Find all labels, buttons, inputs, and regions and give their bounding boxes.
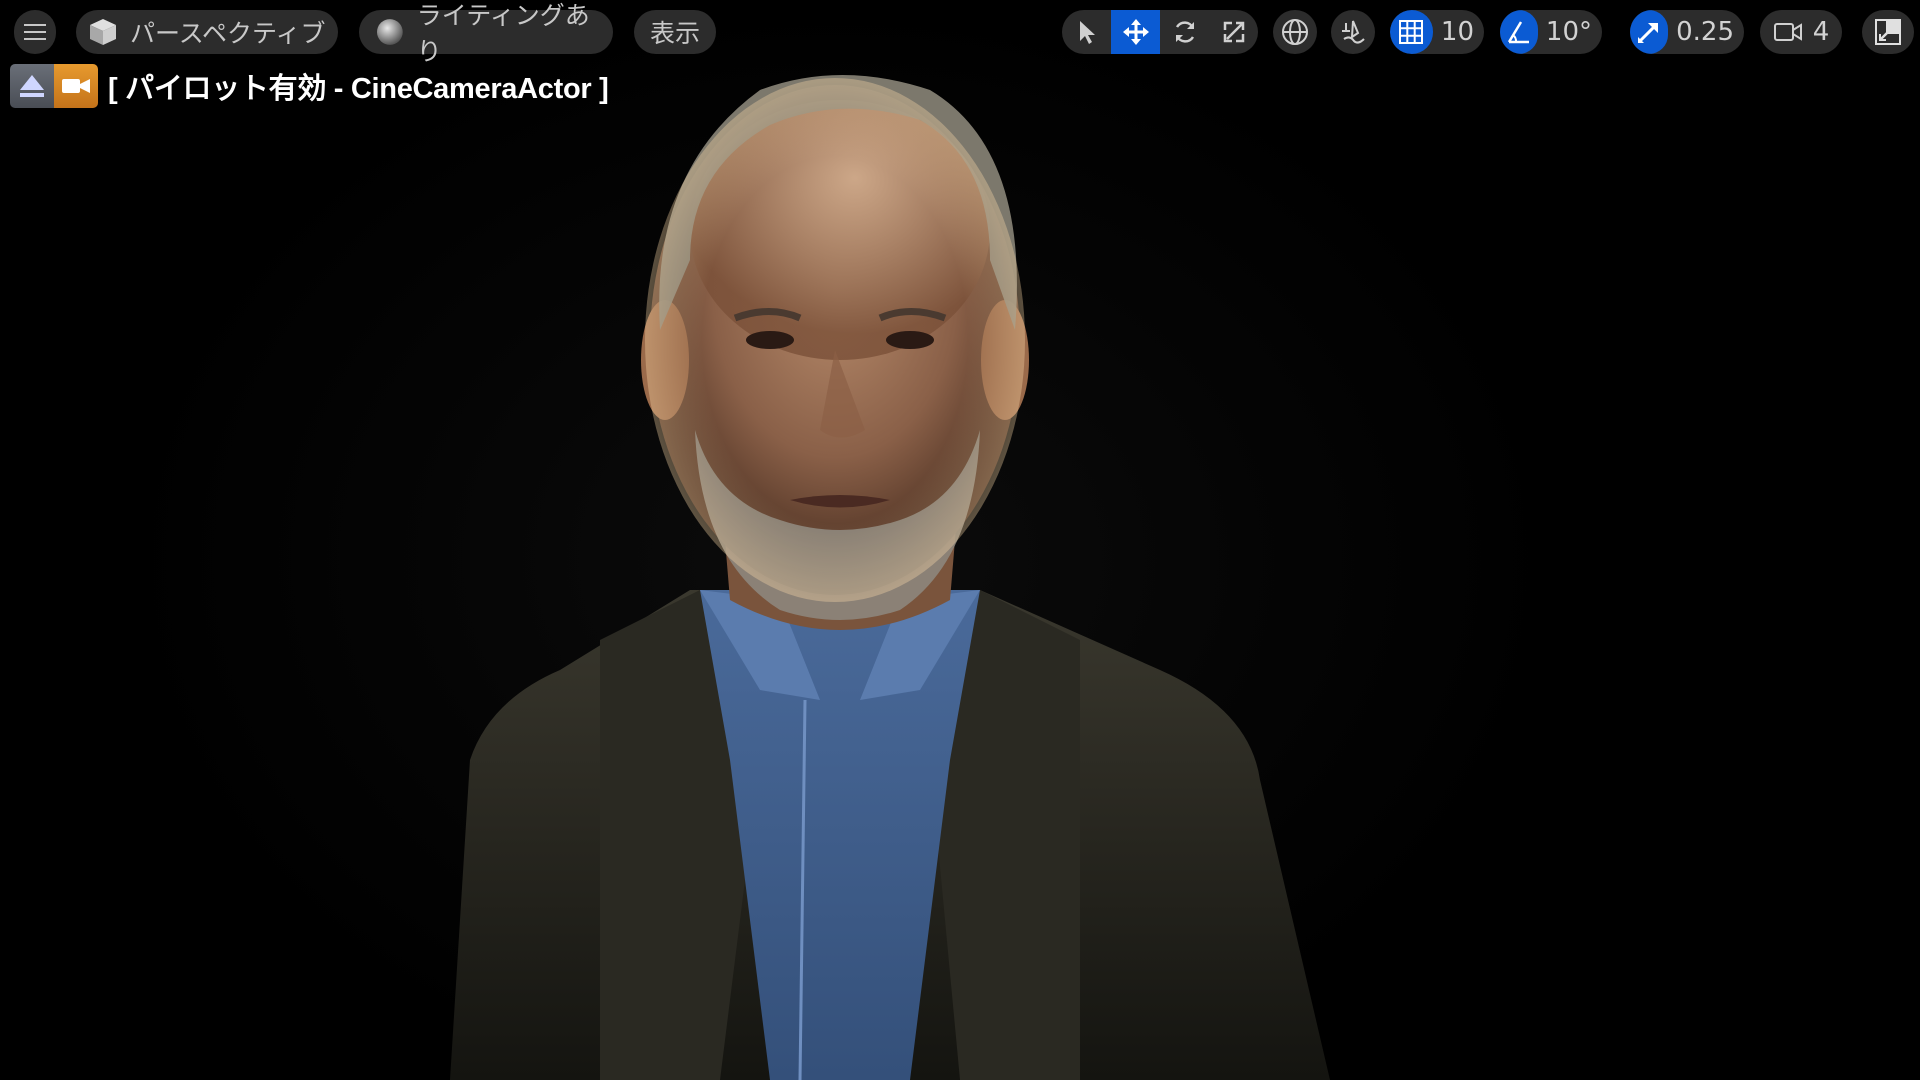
pilot-label: [ パイロット有効 - CineCameraActor ] <box>108 73 609 105</box>
select-tool-button[interactable] <box>1062 10 1111 54</box>
eject-icon <box>20 75 44 97</box>
surface-snap-icon <box>1342 20 1365 44</box>
perspective-button[interactable]: パースペクティブ <box>76 10 338 54</box>
scale-snap-value[interactable]: 0.25 <box>1668 17 1744 47</box>
camera-speed-button[interactable]: 4 <box>1760 10 1842 54</box>
translate-tool-button[interactable] <box>1111 10 1160 54</box>
grid-snap-control[interactable]: 10 <box>1390 10 1484 54</box>
surface-snap-button[interactable] <box>1331 10 1375 54</box>
viewport-scene <box>450 75 1330 1080</box>
maximize-icon <box>1875 19 1901 45</box>
viewport-menu-button[interactable] <box>14 10 56 54</box>
camera-speed-value: 4 <box>1812 17 1830 47</box>
sphere-icon <box>376 19 403 45</box>
cine-camera-badge <box>54 64 98 108</box>
cube-icon <box>90 19 116 45</box>
grid-snap-value[interactable]: 10 <box>1433 17 1484 47</box>
lighting-label: ライティングあり <box>416 1 590 66</box>
grid-snap-toggle[interactable] <box>1390 10 1433 54</box>
pilot-actor-bar: [ パイロット有効 - CineCameraActor ] <box>10 64 609 108</box>
rotation-snap-value[interactable]: 10° <box>1538 17 1602 47</box>
scale-snap-toggle[interactable] <box>1630 10 1669 54</box>
angle-icon <box>1507 21 1529 44</box>
show-button[interactable]: 表示 <box>634 10 716 54</box>
eject-pilot-button[interactable] <box>10 64 54 108</box>
perspective-label: パースペクティブ <box>130 19 326 48</box>
scale-tool-button[interactable] <box>1209 10 1258 54</box>
scale-snap-icon <box>1638 23 1659 43</box>
lighting-mode-button[interactable]: ライティングあり <box>359 1 613 66</box>
rotate-icon <box>1175 21 1194 43</box>
viewport-toolbar: パースペクティブ ライティングあり 表示 10 10° 0.25 4 <box>0 1 1920 66</box>
move-arrows-icon <box>1122 19 1149 45</box>
show-label: 表示 <box>649 19 700 48</box>
rotation-snap-toggle[interactable] <box>1500 10 1538 54</box>
cursor-arrow-icon <box>1079 21 1095 44</box>
rotate-tool-button[interactable] <box>1160 10 1209 54</box>
rotation-snap-control[interactable]: 10° <box>1500 10 1602 54</box>
maximize-viewport-button[interactable] <box>1862 10 1914 54</box>
coordinate-space-button[interactable] <box>1273 10 1317 54</box>
scale-icon <box>1223 21 1244 43</box>
globe-icon <box>1282 19 1308 45</box>
cine-camera-icon <box>62 79 90 93</box>
video-camera-icon <box>1773 23 1802 41</box>
level-viewport[interactable]: パースペクティブ ライティングあり 表示 10 10° 0.25 4 [パイロ… <box>0 0 1920 1080</box>
transform-tools-group <box>1062 10 1258 54</box>
grid-icon <box>1399 20 1424 44</box>
scale-snap-control[interactable]: 0.25 <box>1630 10 1744 54</box>
hamburger-icon <box>24 24 46 40</box>
